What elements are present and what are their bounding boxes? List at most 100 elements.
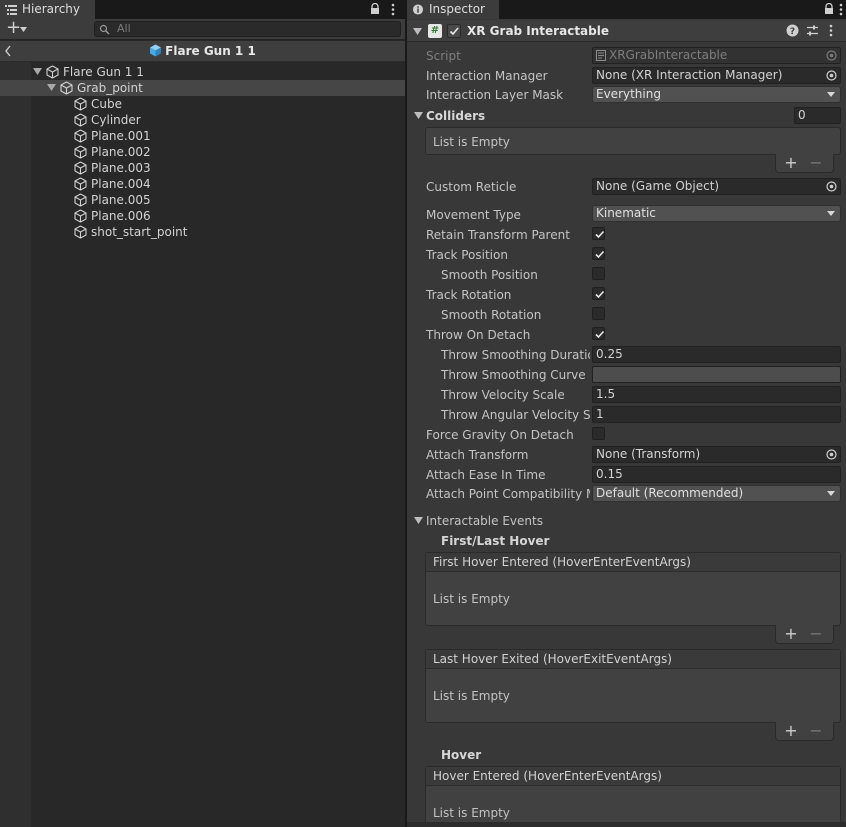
movement-type-dropdown[interactable]: Kinematic bbox=[592, 205, 841, 222]
hover-heading: Hover bbox=[441, 748, 482, 762]
smooth-rotation-label: Smooth Rotation bbox=[441, 308, 542, 322]
add-element-button[interactable]: + bbox=[781, 154, 801, 172]
script-value: XRGrabInteractable bbox=[609, 48, 728, 62]
first-hover-list-footer: + − bbox=[775, 625, 834, 644]
force-gravity-on-detach-toggle[interactable] bbox=[592, 427, 605, 440]
interaction-manager-value: None (XR Interaction Manager) bbox=[596, 68, 783, 82]
script-label: Script bbox=[426, 49, 461, 63]
cube-outline-icon bbox=[74, 113, 87, 127]
tree-row-label: Grab_point bbox=[77, 81, 143, 95]
throw-smoothing-duration-field[interactable]: 0.25 bbox=[592, 346, 841, 363]
throw-smoothing-duration-label: Throw Smoothing Duration bbox=[441, 348, 590, 362]
search-placeholder: All bbox=[117, 22, 131, 35]
kebab-menu-icon[interactable] bbox=[390, 3, 396, 16]
tree-row-label: Cube bbox=[91, 97, 122, 111]
preset-sliders-icon[interactable] bbox=[806, 24, 819, 37]
tree-row[interactable]: Plane.003 bbox=[0, 160, 405, 176]
tree-row-label: Cylinder bbox=[91, 113, 141, 127]
tree-row[interactable]: Plane.002 bbox=[0, 144, 405, 160]
interactable-events-label[interactable]: Interactable Events bbox=[426, 512, 543, 530]
component-enabled-checkbox[interactable] bbox=[447, 24, 461, 38]
tree-row[interactable]: Flare Gun 1 1 bbox=[0, 64, 405, 80]
throw-velocity-scale-field[interactable]: 1.5 bbox=[592, 386, 841, 403]
colliders-list: List is Empty bbox=[425, 127, 841, 155]
tree-row[interactable]: Cube bbox=[0, 96, 405, 112]
attach-ease-in-time-field[interactable]: 0.15 bbox=[592, 466, 841, 483]
track-rotation-toggle[interactable] bbox=[592, 287, 605, 300]
tab-inspector[interactable]: Inspector bbox=[407, 0, 499, 19]
colliders-size-field[interactable]: 0 bbox=[794, 107, 841, 124]
last-hover-exited-event: Last Hover Exited (HoverExitEventArgs) L… bbox=[425, 649, 841, 723]
tree-row[interactable]: Grab_point bbox=[0, 80, 405, 96]
object-picker-icon bbox=[826, 50, 837, 61]
attach-transform-field[interactable]: None (Transform) bbox=[592, 446, 841, 463]
colliders-foldout-icon[interactable] bbox=[414, 111, 423, 120]
attach-point-compat-dropdown[interactable]: Default (Recommended) bbox=[592, 485, 841, 502]
first-hover-entered-event: First Hover Entered (HoverEnterEventArgs… bbox=[425, 552, 841, 626]
tree-row[interactable]: Plane.005 bbox=[0, 192, 405, 208]
object-picker-icon[interactable] bbox=[826, 70, 837, 81]
tree-row-label: Plane.005 bbox=[91, 193, 151, 207]
add-event-button[interactable]: + bbox=[781, 722, 801, 740]
inspector-lock-icon[interactable] bbox=[824, 3, 834, 15]
remove-event-button[interactable]: − bbox=[806, 625, 826, 643]
component-header[interactable]: # XR Grab Interactable ? bbox=[407, 20, 846, 42]
add-event-button[interactable]: + bbox=[781, 625, 801, 643]
search-icon bbox=[99, 24, 110, 35]
throw-on-detach-label: Throw On Detach bbox=[426, 328, 531, 342]
tree-row-label: Plane.006 bbox=[91, 209, 151, 223]
throw-angular-velocity-scale-field[interactable]: 1 bbox=[592, 406, 841, 423]
remove-event-button[interactable]: − bbox=[806, 722, 826, 740]
tree-row-label: Plane.004 bbox=[91, 177, 151, 191]
horizontal-scrollbar[interactable] bbox=[407, 822, 846, 827]
lock-icon[interactable] bbox=[370, 3, 380, 15]
smooth-position-toggle[interactable] bbox=[592, 267, 605, 280]
track-position-toggle[interactable] bbox=[592, 247, 605, 260]
prefab-title-label: Flare Gun 1 1 bbox=[165, 44, 256, 58]
tree-row[interactable]: shot_start_point bbox=[0, 224, 405, 240]
tree-row-label: Flare Gun 1 1 bbox=[63, 65, 144, 79]
throw-on-detach-toggle[interactable] bbox=[592, 327, 605, 340]
smooth-rotation-toggle[interactable] bbox=[592, 307, 605, 320]
create-dropdown-button[interactable]: + bbox=[4, 17, 30, 38]
attach-transform-value: None (Transform) bbox=[596, 447, 701, 461]
smooth-position-label: Smooth Position bbox=[441, 268, 538, 282]
cube-outline-icon bbox=[74, 145, 87, 159]
svg-text:?: ? bbox=[790, 27, 795, 37]
list-empty-text: List is Empty bbox=[433, 689, 510, 703]
movement-type-label: Movement Type bbox=[426, 208, 521, 222]
prefab-cube-icon bbox=[150, 44, 162, 57]
remove-element-button[interactable]: − bbox=[806, 154, 826, 172]
help-icon[interactable]: ? bbox=[786, 24, 799, 37]
cube-outline-icon bbox=[74, 161, 87, 175]
colliders-label[interactable]: Colliders bbox=[426, 107, 485, 125]
last-hover-exited-title: Last Hover Exited (HoverExitEventArgs) bbox=[426, 650, 840, 669]
hierarchy-search-input[interactable]: All bbox=[94, 21, 401, 37]
interaction-layer-mask-dropdown[interactable]: Everything bbox=[592, 86, 841, 103]
interaction-manager-field[interactable]: None (XR Interaction Manager) bbox=[592, 67, 841, 84]
tree-row[interactable]: Cylinder bbox=[0, 112, 405, 128]
events-foldout-icon[interactable] bbox=[414, 516, 423, 525]
retain-transform-parent-toggle[interactable] bbox=[592, 227, 605, 240]
movement-type-value: Kinematic bbox=[596, 206, 656, 220]
list-empty-text: List is Empty bbox=[433, 135, 510, 149]
script-icon: # bbox=[428, 24, 442, 38]
object-picker-icon[interactable] bbox=[826, 181, 837, 192]
component-kebab-icon[interactable] bbox=[828, 24, 834, 37]
throw-smoothing-curve-field[interactable] bbox=[592, 366, 841, 383]
tree-row[interactable]: Plane.001 bbox=[0, 128, 405, 144]
foldout-expanded-icon[interactable] bbox=[413, 27, 422, 36]
tree-row[interactable]: Plane.006 bbox=[0, 208, 405, 224]
throw-smoothing-curve-label: Throw Smoothing Curve bbox=[441, 368, 586, 382]
plus-icon: + bbox=[6, 17, 22, 38]
custom-reticle-field[interactable]: None (Game Object) bbox=[592, 178, 841, 195]
tree-row[interactable]: Plane.004 bbox=[0, 176, 405, 192]
hierarchy-panel: Hierarchy + All Flare Gun 1 1 Flare Gun … bbox=[0, 0, 405, 827]
object-picker-icon[interactable] bbox=[826, 449, 837, 460]
inspector-tabstrip: Inspector bbox=[407, 0, 846, 19]
inspector-kebab-menu-icon[interactable] bbox=[838, 3, 844, 16]
last-hover-list-footer: + − bbox=[775, 722, 834, 741]
foldout-expanded-icon[interactable] bbox=[47, 83, 56, 92]
foldout-expanded-icon[interactable] bbox=[33, 67, 42, 76]
hierarchy-tabstrip: Hierarchy bbox=[0, 0, 405, 19]
